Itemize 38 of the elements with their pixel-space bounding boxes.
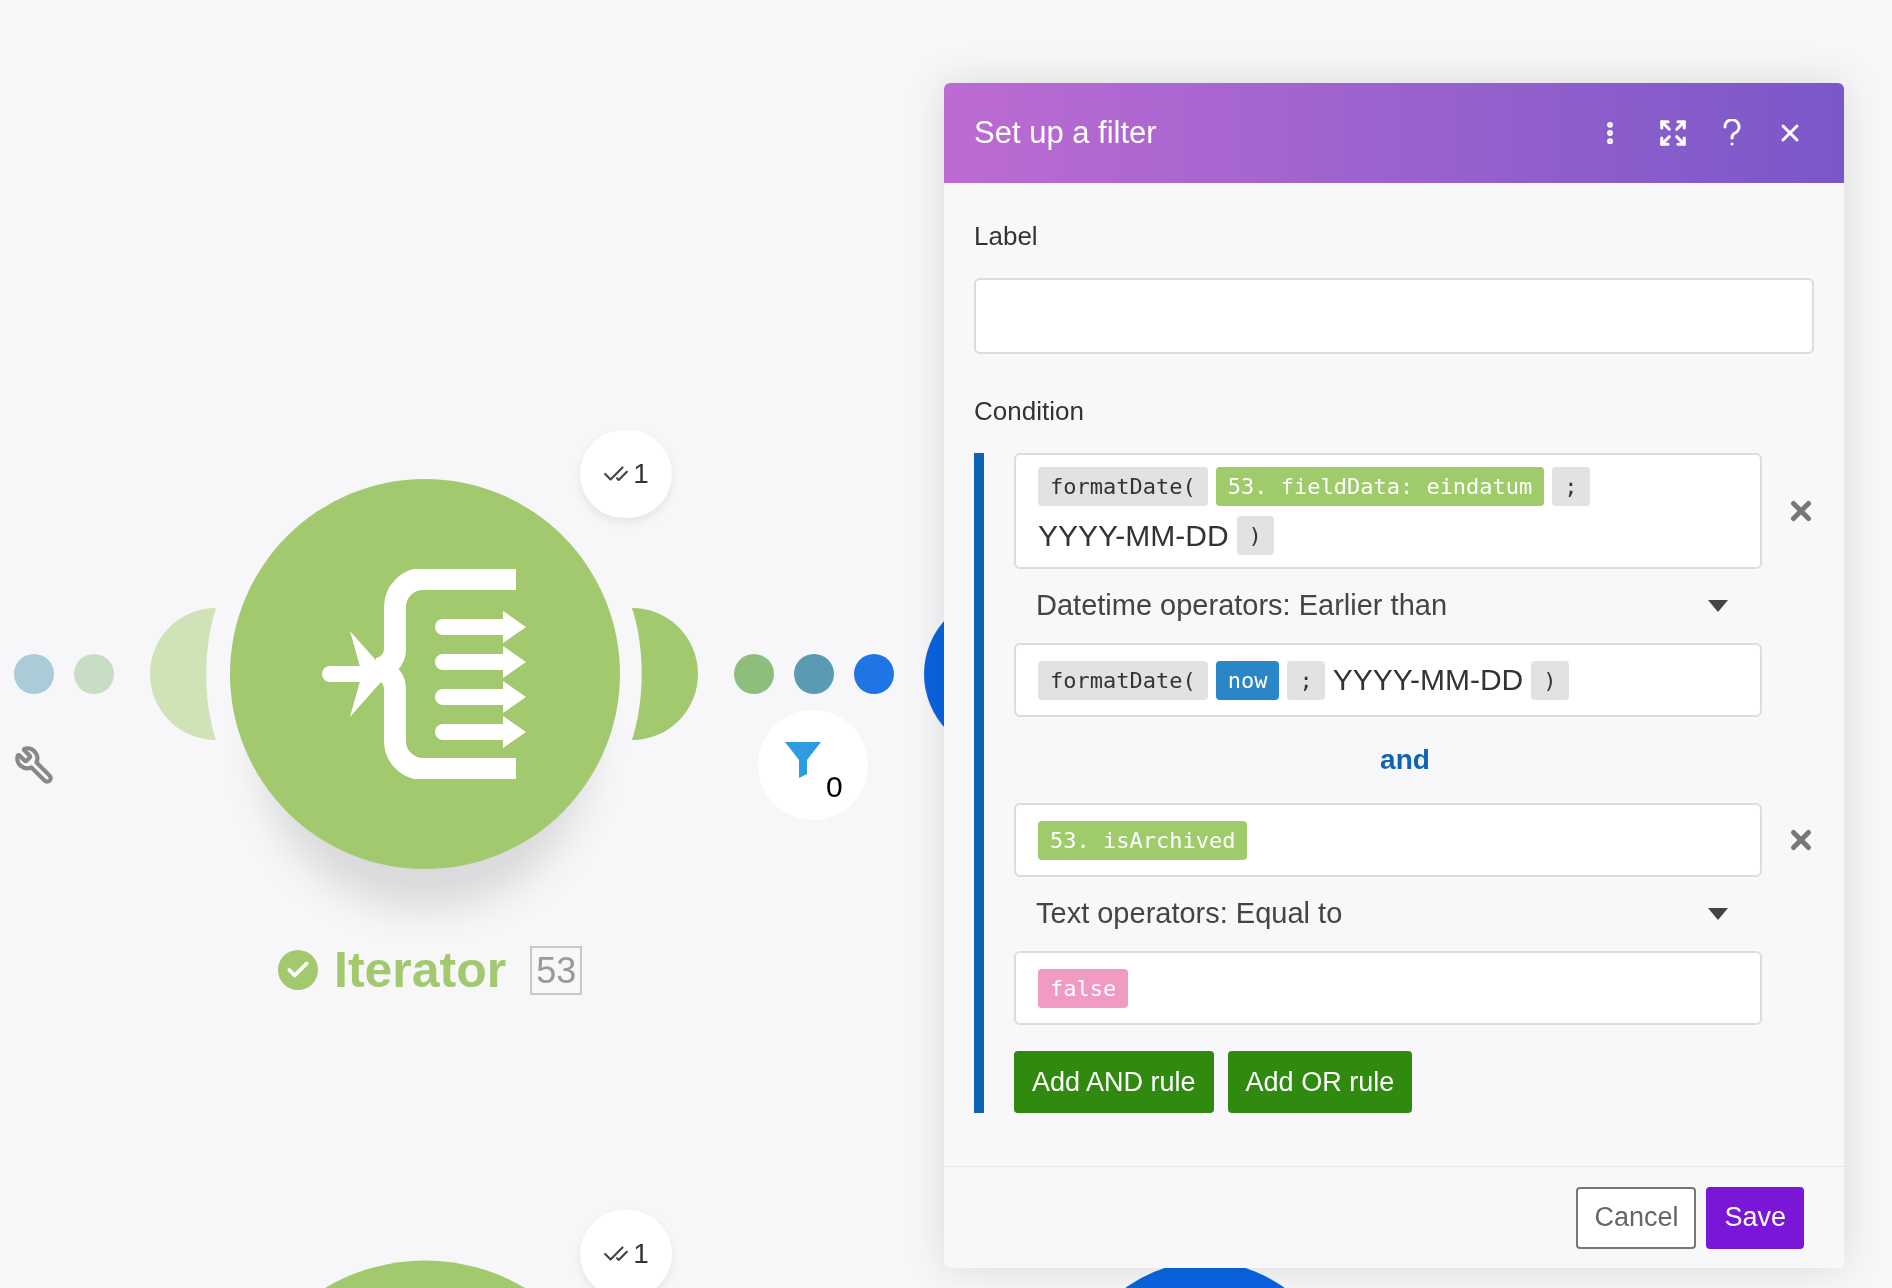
module-number: 53 [530, 945, 583, 995]
format-text: YYYY-MM-DD [1332, 665, 1524, 695]
add-rule-button[interactable]: Add AND rule [1014, 1051, 1214, 1113]
dropdown-caret-icon [1708, 600, 1728, 612]
operator-dropdown[interactable]: Text operators: Equal to [1014, 877, 1762, 951]
input-handle[interactable] [148, 608, 216, 740]
value-field[interactable]: formatDate( now ; YYYY-MM-DD ) [1014, 643, 1762, 717]
operations-count: 1 [633, 1237, 649, 1271]
save-button[interactable]: Save [1706, 1186, 1804, 1249]
module-name: Iterator [334, 945, 507, 995]
filter-badge[interactable]: 0 [758, 710, 868, 820]
filter-icon [783, 740, 823, 778]
rule-joiner: and [1380, 743, 1430, 777]
add-rule-button[interactable]: Add OR rule [1227, 1051, 1413, 1113]
operator-dropdown[interactable]: Datetime operators: Earlier than [1014, 569, 1762, 643]
label-input[interactable] [974, 278, 1814, 354]
separator-tag[interactable]: ; [1287, 660, 1325, 700]
help-icon[interactable] [1722, 119, 1742, 147]
dropdown-caret-icon [1708, 908, 1728, 920]
dialog-title: Set up a filter [974, 113, 1157, 152]
separator-tag[interactable]: ) [1236, 516, 1274, 555]
operations-badge[interactable]: 1 [580, 430, 672, 518]
operations-count: 1 [633, 457, 649, 491]
function-tag[interactable]: formatDate( [1038, 467, 1208, 506]
separator-tag[interactable]: ) [1531, 660, 1569, 700]
expand-icon[interactable] [1658, 118, 1688, 148]
format-text: YYYY-MM-DD [1038, 520, 1229, 551]
operand-field[interactable]: formatDate( 53. fieldData: eindatum ; YYYY-MM-DD ) [1014, 453, 1762, 569]
wrench-icon[interactable] [14, 745, 54, 785]
field-label: Label [974, 220, 1039, 253]
filter-count: 0 [826, 769, 843, 805]
keyword-tag[interactable]: now [1215, 660, 1280, 700]
field-label: Condition [974, 395, 1085, 428]
cancel-button[interactable]: Cancel [1576, 1186, 1697, 1249]
operations-badge[interactable]: 1 [580, 1210, 672, 1288]
function-tag[interactable]: formatDate( [1038, 660, 1208, 700]
output-handle[interactable] [632, 608, 700, 740]
separator-tag[interactable]: ; [1552, 467, 1590, 506]
